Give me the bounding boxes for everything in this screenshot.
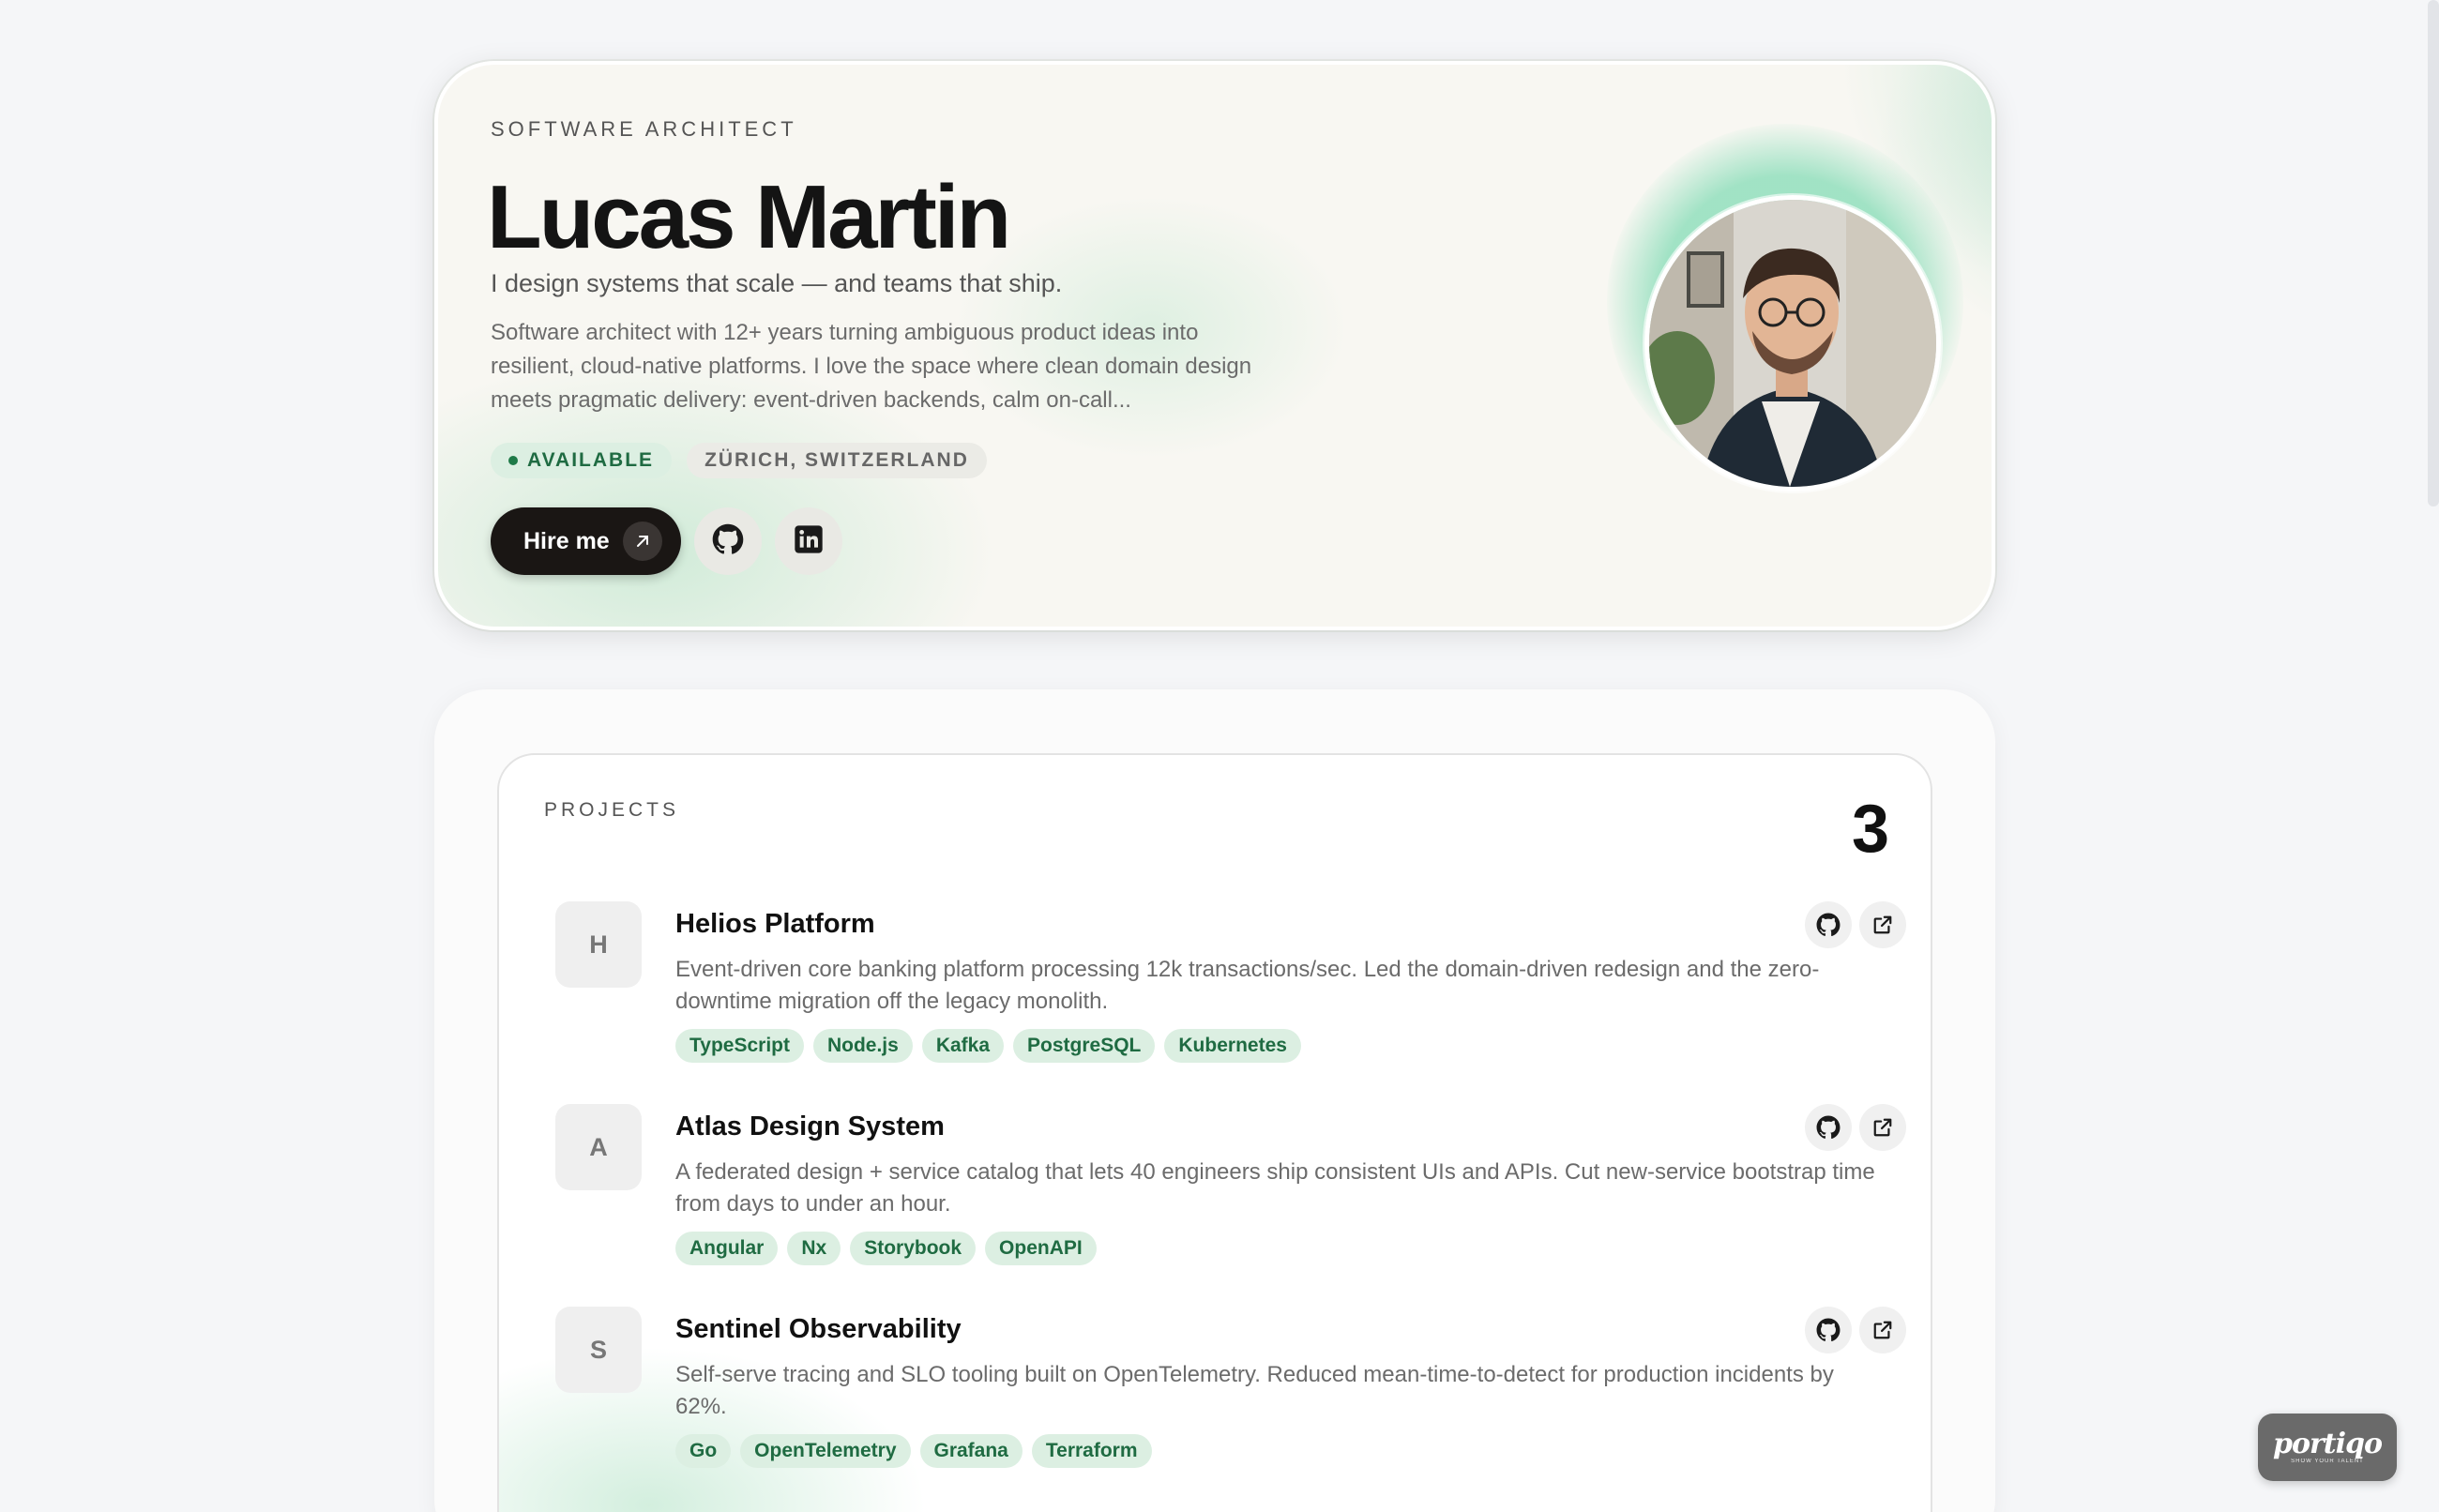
github-icon xyxy=(1816,1318,1841,1342)
github-icon xyxy=(1816,1115,1841,1140)
project-tags: TypeScript Node.js Kafka PostgreSQL Kube… xyxy=(675,1029,1301,1063)
tech-tag: Kubernetes xyxy=(1164,1029,1301,1063)
profile-tagline: I design systems that scale — and teams … xyxy=(491,269,1063,297)
brand-tagline: SHOW YOUR TALENT xyxy=(2291,1459,2364,1464)
project-title: Sentinel Observability xyxy=(675,1314,962,1344)
project-tags: Angular Nx Storybook OpenAPI xyxy=(675,1232,1097,1265)
github-icon xyxy=(712,523,744,560)
project-github-button[interactable] xyxy=(1805,901,1852,948)
profile-name: Lucas Martin xyxy=(487,167,1011,267)
project-title: Helios Platform xyxy=(675,909,875,939)
page-scrollbar[interactable] xyxy=(2428,0,2439,507)
project-tags: Go OpenTelemetry Grafana Terraform xyxy=(675,1434,1152,1468)
project-github-button[interactable] xyxy=(1805,1104,1852,1151)
hire-me-button[interactable]: Hire me xyxy=(491,507,681,575)
tech-tag: PostgreSQL xyxy=(1013,1029,1156,1063)
project-item[interactable]: H Helios Platform Event-driven core bank… xyxy=(555,901,1906,1070)
project-github-button[interactable] xyxy=(1805,1307,1852,1353)
profile-bio: Software architect with 12+ years turnin… xyxy=(491,320,1252,413)
linkedin-profile-button[interactable] xyxy=(774,507,842,575)
projects-count: 3 xyxy=(1851,792,1889,867)
project-initial-avatar: S xyxy=(555,1307,642,1393)
project-external-link-button[interactable] xyxy=(1859,1307,1906,1353)
project-initial-avatar: A xyxy=(555,1104,642,1190)
project-external-link-button[interactable] xyxy=(1859,1104,1906,1151)
project-description: Event-driven core banking platform proce… xyxy=(675,957,1820,1014)
project-item[interactable]: A Atlas Design System A federated design… xyxy=(555,1104,1906,1273)
github-icon xyxy=(1816,913,1841,937)
portiqo-brand-badge[interactable]: portiqo SHOW YOUR TALENT xyxy=(2258,1414,2397,1481)
project-actions xyxy=(1805,901,1906,948)
hire-me-label: Hire me xyxy=(523,527,610,554)
profile-avatar xyxy=(1644,195,1941,491)
project-actions xyxy=(1805,1104,1906,1151)
tech-tag: TypeScript xyxy=(675,1029,804,1063)
hero-actions: Hire me xyxy=(491,507,842,575)
project-description: A federated design + service catalog tha… xyxy=(675,1159,1875,1217)
project-actions xyxy=(1805,1307,1906,1353)
profile-badges: AVAILABLE ZÜRICH, SWITZERLAND xyxy=(491,443,987,478)
project-external-link-button[interactable] xyxy=(1859,901,1906,948)
location-label: ZÜRICH, SWITZERLAND xyxy=(704,449,969,471)
job-title-eyebrow: SOFTWARE ARCHITECT xyxy=(491,117,797,141)
external-link-icon xyxy=(1873,1118,1892,1137)
page: SOFTWARE ARCHITECT Lucas Martin I design… xyxy=(0,0,2439,1512)
status-dot-icon xyxy=(508,456,518,465)
tech-tag: Kafka xyxy=(921,1029,1005,1063)
tech-tag: OpenAPI xyxy=(985,1232,1097,1265)
projects-heading: PROJECTS xyxy=(544,799,680,821)
projects-card: PROJECTS 3 H Helios Platform Event-drive… xyxy=(497,753,1932,1512)
location-badge: ZÜRICH, SWITZERLAND xyxy=(687,443,987,478)
tech-tag: Terraform xyxy=(1031,1434,1152,1468)
arrow-up-right-icon xyxy=(622,522,662,561)
brand-logo: portiqo xyxy=(2272,1428,2383,1460)
project-description: Self-serve tracing and SLO tooling built… xyxy=(675,1362,1834,1419)
tech-tag: Go xyxy=(675,1434,732,1468)
project-title: Atlas Design System xyxy=(675,1111,945,1142)
github-profile-button[interactable] xyxy=(693,507,762,575)
tech-tag: Nx xyxy=(787,1232,841,1265)
profile-photo-icon xyxy=(1649,200,1936,487)
availability-label: AVAILABLE xyxy=(527,449,655,471)
external-link-icon xyxy=(1873,915,1892,934)
project-initial-avatar: H xyxy=(555,901,642,988)
tech-tag: Grafana xyxy=(919,1434,1023,1468)
tech-tag: OpenTelemetry xyxy=(740,1434,911,1468)
availability-badge: AVAILABLE xyxy=(491,443,673,478)
tech-tag: Storybook xyxy=(850,1232,977,1265)
linkedin-icon xyxy=(794,524,824,559)
external-link-icon xyxy=(1873,1321,1892,1339)
tech-tag: Angular xyxy=(675,1232,779,1265)
tech-tag: Node.js xyxy=(812,1029,913,1063)
project-item[interactable]: S Sentinel Observability Self-serve trac… xyxy=(555,1307,1906,1475)
